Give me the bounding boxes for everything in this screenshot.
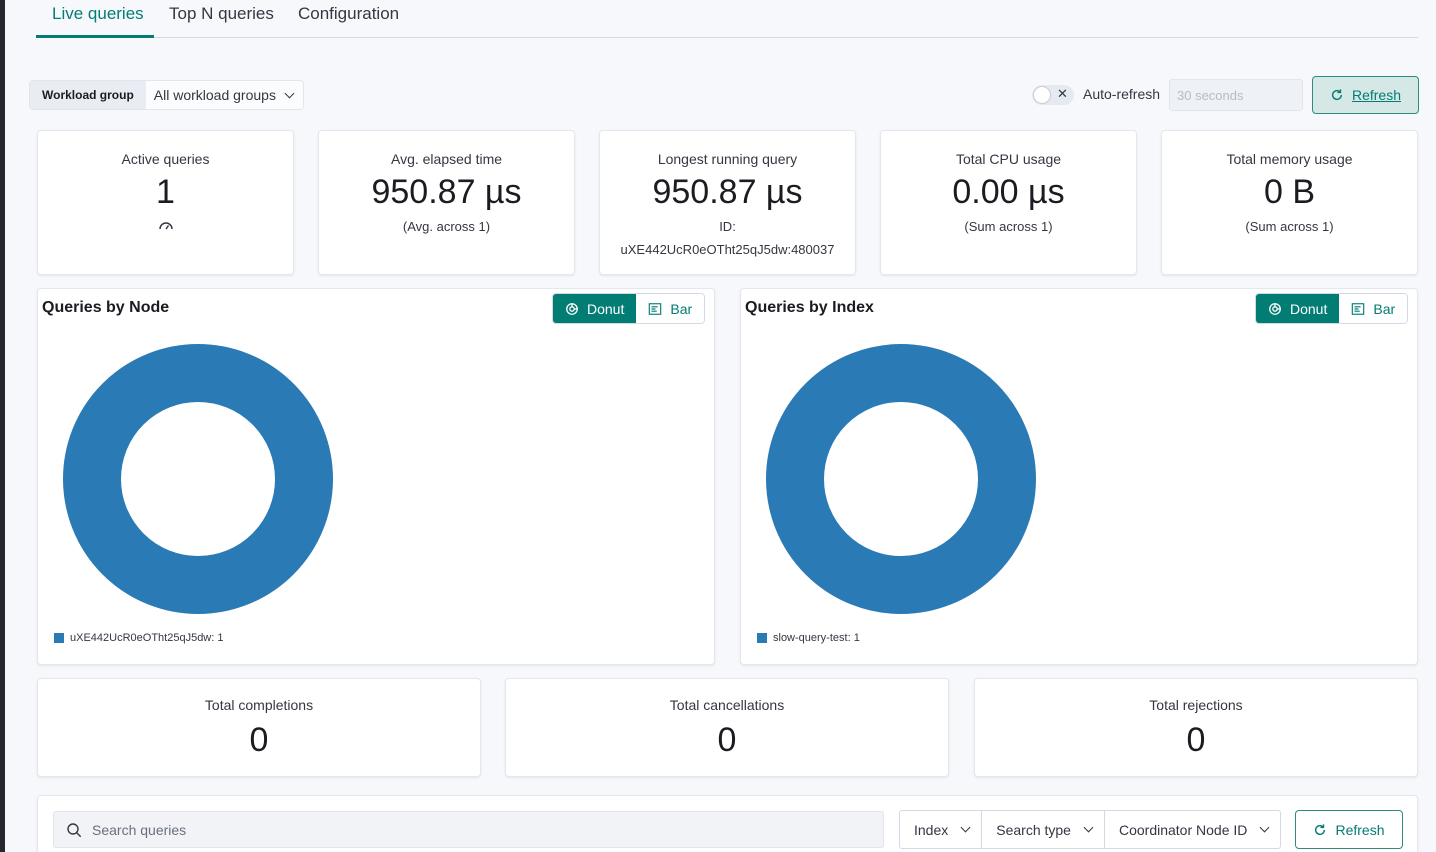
stat-title: Total rejections	[1149, 697, 1243, 713]
donut-icon	[566, 302, 578, 315]
donut-label: Donut	[1290, 300, 1328, 317]
stat-value: 950.87 µs	[371, 173, 522, 211]
tab-top-n-queries[interactable]: Top N queries	[169, 4, 274, 24]
gauge-icon	[159, 222, 173, 230]
stat-title: Total memory usage	[1226, 151, 1353, 167]
legend-item: uXE442UcR0eOTht25qJ5dw: 1	[70, 632, 224, 644]
stat-value: 0.00 µs	[952, 173, 1065, 211]
chart-view-toggle: Donut Bar	[552, 293, 706, 324]
stat-total-rejections: Total rejections 0	[974, 678, 1418, 777]
legend-item: slow-query-test: 1	[773, 632, 860, 644]
stat-title: Longest running query	[657, 151, 798, 167]
stat-cpu-usage: Total CPU usage 0.00 µs (Sum across 1)	[880, 130, 1137, 275]
table-refresh-button[interactable]: Refresh	[1295, 810, 1403, 849]
filter-label: Index	[914, 821, 949, 838]
donut-slice-uXE442UcR0eOTht25qJ5dw[interactable]	[63, 344, 333, 614]
legend-swatch	[757, 633, 767, 643]
stat-title: Avg. elapsed time	[390, 151, 503, 167]
stat-value: 1	[156, 173, 175, 211]
donut-view-button[interactable]: Donut	[553, 294, 637, 323]
chevron-down-icon	[284, 88, 295, 98]
filter-coordinator-node[interactable]: Coordinator Node ID	[1105, 811, 1280, 848]
bar-view-button[interactable]: Bar	[1339, 294, 1408, 323]
chart-legend: uXE442UcR0eOTht25qJ5dw: 1	[54, 632, 223, 644]
chart-view-toggle: Donut Bar	[1255, 293, 1409, 324]
filter-label: Coordinator Node ID	[1118, 821, 1248, 838]
donut-view-button[interactable]: Donut	[1256, 294, 1340, 323]
chevron-down-icon	[1083, 822, 1094, 833]
stat-subtitle: (Sum across 1)	[964, 219, 1053, 234]
stat-value: 950.87 µs	[652, 173, 803, 211]
search-input[interactable]	[92, 821, 852, 838]
donut-label: Donut	[587, 300, 625, 317]
auto-refresh-label: Auto-refresh	[1083, 86, 1161, 102]
refresh-icon	[1331, 89, 1343, 101]
stat-title: Total cancellations	[669, 697, 785, 713]
chevron-down-icon	[1259, 822, 1270, 833]
stat-subtitle: (Sum across 1)	[1245, 219, 1334, 234]
stat-value: 0	[717, 721, 737, 759]
stat-subtitle: (Avg. across 1)	[402, 219, 491, 234]
stat-total-completions: Total completions 0	[37, 678, 481, 777]
stat-total-cancellations: Total cancellations 0	[505, 678, 949, 777]
search-icon	[67, 822, 82, 837]
stat-value: 0	[249, 721, 269, 759]
donut-chart	[63, 344, 333, 614]
bar-chart-icon	[649, 302, 662, 315]
tab-bar: Live queries Top N queries Configuration	[36, 0, 1418, 38]
refresh-icon	[1315, 823, 1326, 835]
bar-view-button[interactable]: Bar	[636, 294, 705, 323]
chart-queries-by-index: Queries by Index Donut Bar slow-query-te…	[740, 288, 1418, 665]
close-icon: ✕	[1057, 86, 1068, 101]
tab-live-queries[interactable]: Live queries	[52, 4, 144, 24]
chart-queries-by-node: Queries by Node Donut Bar uXE442UcR0eOTh…	[37, 288, 715, 665]
search-box	[53, 811, 884, 848]
stat-value: 0	[1186, 721, 1206, 759]
filter-index[interactable]: Index	[900, 811, 983, 848]
donut-icon	[1269, 302, 1281, 315]
legend-swatch	[54, 633, 64, 643]
tab-configuration[interactable]: Configuration	[298, 4, 399, 24]
bar-label: Bar	[670, 300, 693, 317]
window-edge	[0, 0, 5, 852]
workload-group-label: Workload group	[30, 81, 146, 109]
chart-title: Queries by Index	[745, 299, 874, 316]
filter-search-type[interactable]: Search type	[982, 811, 1105, 848]
workload-group-value: All workload groups	[153, 87, 276, 103]
chart-title: Queries by Node	[42, 299, 170, 316]
refresh-button[interactable]: Refresh	[1312, 76, 1419, 114]
stat-subtitle: ID:	[719, 219, 736, 234]
stat-memory-usage: Total memory usage 0 B (Sum across 1)	[1161, 130, 1418, 275]
chart-legend: slow-query-test: 1	[757, 632, 860, 644]
stat-longest-query: Longest running query 950.87 µs ID: uXE4…	[599, 130, 856, 275]
bar-chart-icon	[1352, 302, 1365, 315]
table-refresh-label: Refresh	[1335, 821, 1385, 838]
donut-chart	[766, 344, 1036, 614]
filter-label: Search type	[996, 821, 1071, 838]
filter-group: Index Search type Coordinator Node ID	[899, 810, 1282, 849]
stat-title: Total CPU usage	[955, 151, 1062, 167]
workload-group-select[interactable]: All workload groups	[145, 81, 303, 109]
active-tab-indicator	[36, 35, 154, 38]
stat-value: 0 B	[1263, 173, 1316, 211]
refresh-interval-select[interactable]: 30 seconds	[1169, 79, 1303, 111]
workload-group-filter: Workload group All workload groups	[29, 80, 304, 110]
stat-title: Total completions	[204, 697, 314, 713]
stat-avg-elapsed: Avg. elapsed time 950.87 µs (Avg. across…	[318, 130, 575, 275]
donut-slice-slow-query-test[interactable]	[766, 344, 1036, 614]
auto-refresh-toggle[interactable]: ✕	[1032, 85, 1074, 105]
refresh-button-label: Refresh	[1351, 87, 1402, 103]
chevron-down-icon	[960, 822, 971, 833]
toggle-knob	[1033, 86, 1051, 104]
stat-title: Active queries	[121, 151, 210, 167]
stat-active-queries: Active queries 1	[37, 130, 294, 275]
bar-label: Bar	[1373, 300, 1396, 317]
query-id: uXE442UcR0eOTht25qJ5dw:480037	[620, 242, 835, 257]
refresh-interval-value: 30 seconds	[1177, 88, 1244, 103]
